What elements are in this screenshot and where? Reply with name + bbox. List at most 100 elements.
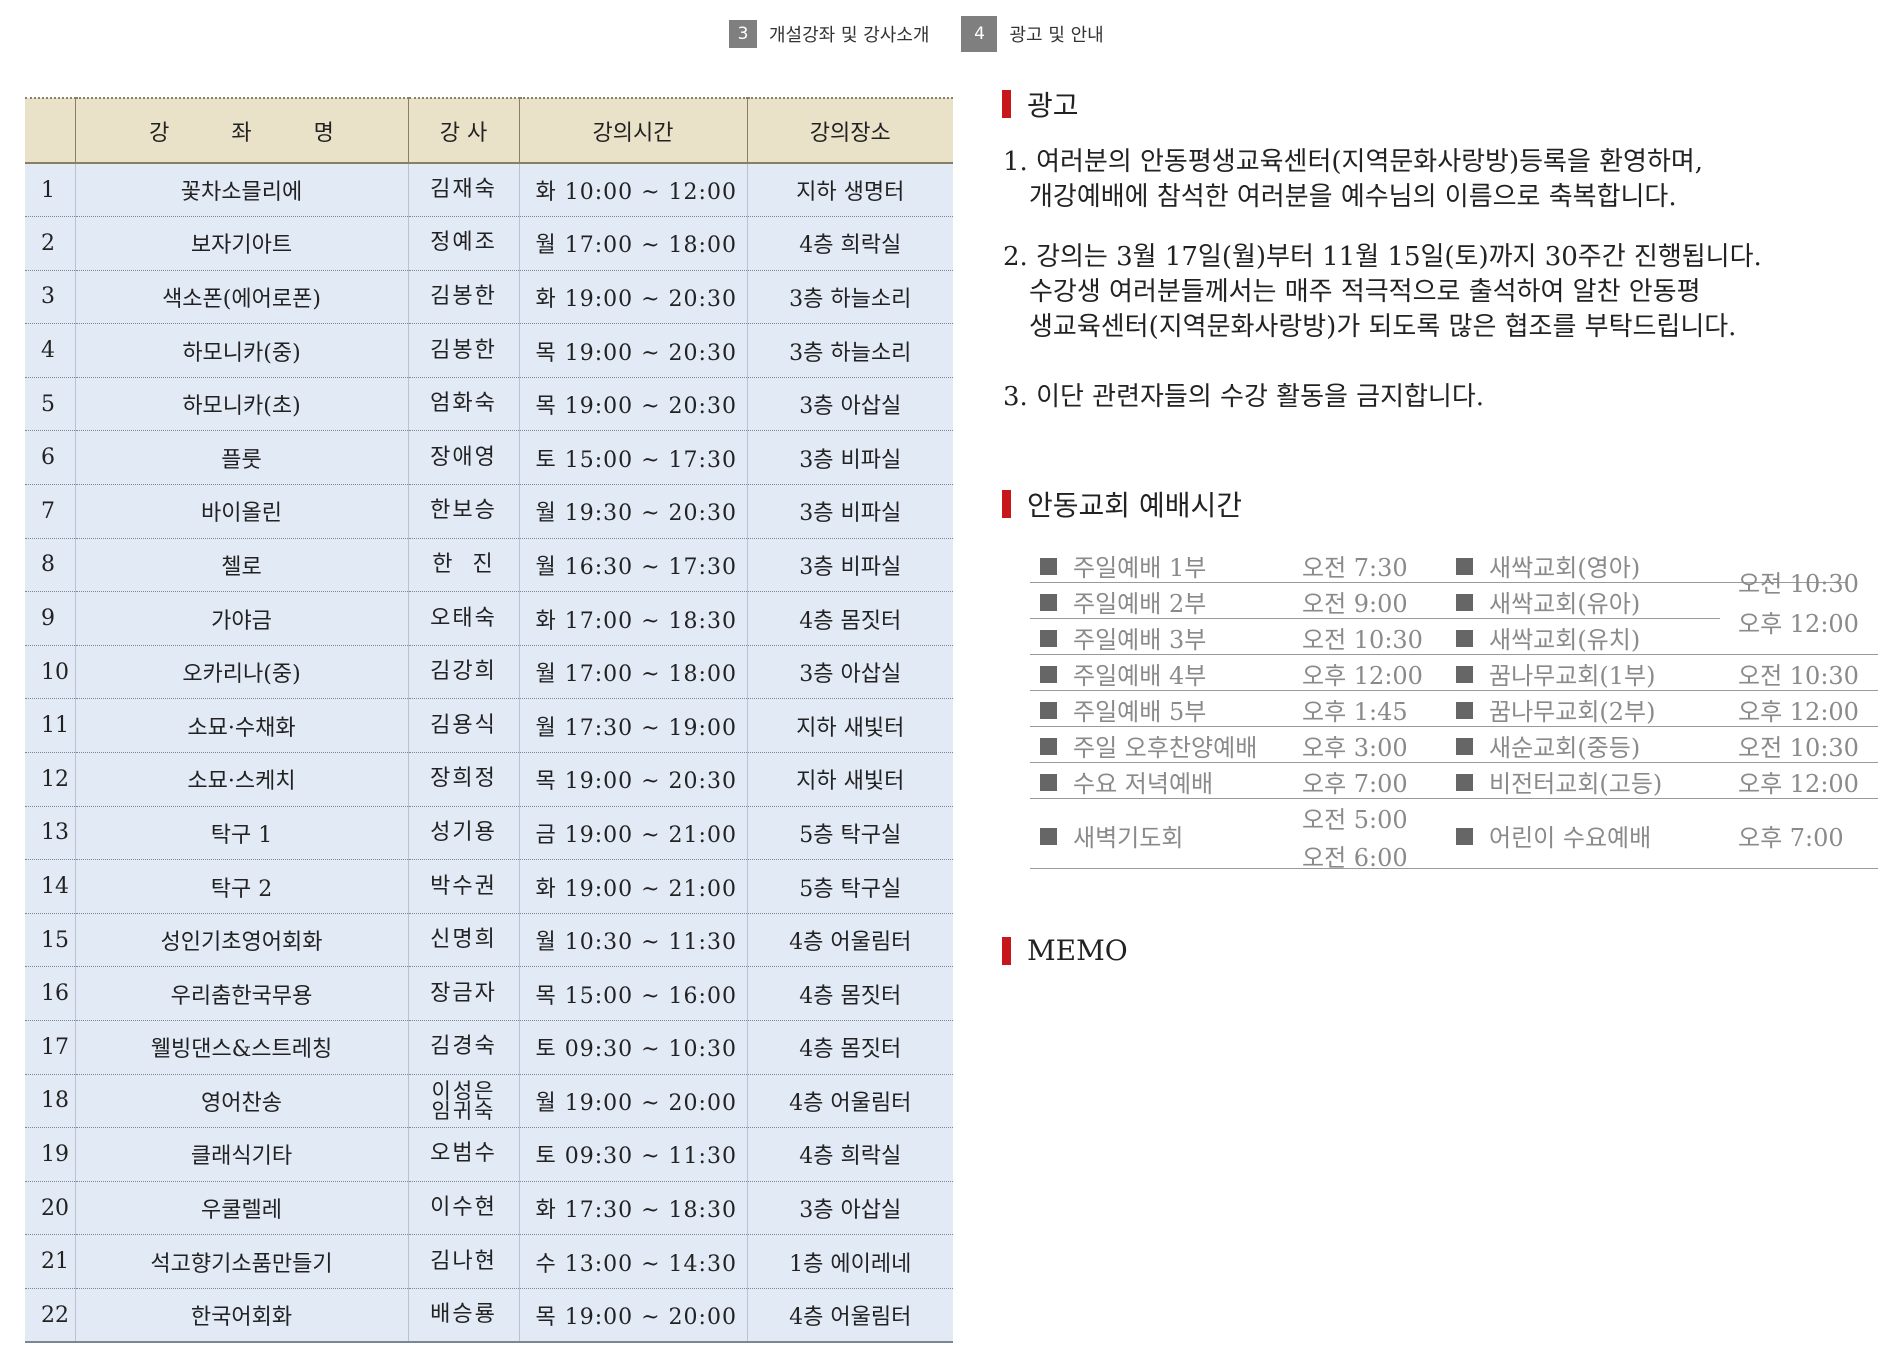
cell-time: 월 16:30 ~ 17:30 bbox=[518, 538, 747, 593]
cell-time: 화 10:00 ~ 12:00 bbox=[518, 163, 747, 218]
table-row: 6 플룻 장애영 토 15:00 ~ 17:30 3층 비파실 bbox=[25, 430, 953, 486]
cell-no: 18 bbox=[25, 1074, 75, 1129]
worship-name: 비전터교회(고등) bbox=[1489, 770, 1663, 798]
tab-number: 3 bbox=[729, 20, 757, 48]
worship-time: 오후 12:00 bbox=[1738, 698, 1859, 726]
section-marker bbox=[1002, 936, 1011, 965]
cell-time: 토 09:30 ~ 10:30 bbox=[518, 1020, 747, 1075]
cell-name: 탁구 1 bbox=[74, 806, 408, 861]
notice-item-2: 2. 강의는 3월 17일(월)부터 11월 15일(토)까지 30주간 진행됩… bbox=[1003, 240, 1883, 345]
worship-item: 새싹교회(유아) bbox=[1456, 584, 1640, 619]
cell-place: 3층 비파실 bbox=[746, 538, 953, 593]
table-row: 17 웰빙댄스&스트레칭 김경숙 토 09:30 ~ 10:30 4층 몸짓터 bbox=[25, 1020, 953, 1075]
cell-place: 3층 비파실 bbox=[746, 430, 953, 486]
bullet-square-icon bbox=[1040, 828, 1057, 845]
worship-time: 오전 10:30 bbox=[1738, 734, 1859, 762]
table-row: 20 우쿨렐레 이수현 화 17:30 ~ 18:30 3층 아삽실 bbox=[25, 1181, 953, 1236]
cell-name: 색소폰(에어로폰) bbox=[74, 270, 408, 325]
cell-no: 8 bbox=[25, 538, 75, 593]
notice-line: 개강예배에 참석한 여러분을 예수님의 이름으로 축복합니다. bbox=[1029, 182, 1677, 212]
cell-name: 우리춤한국무용 bbox=[74, 966, 408, 1021]
worship-item: 새벽기도회 bbox=[1040, 818, 1183, 853]
worship-name: 어린이 수요예배 bbox=[1489, 824, 1652, 852]
cell-teacher: 김재숙 bbox=[407, 163, 519, 218]
cell-name: 영어찬송 bbox=[74, 1074, 408, 1129]
cell-place: 5층 탁구실 bbox=[746, 806, 953, 861]
bullet-square-icon bbox=[1456, 594, 1473, 611]
cell-place: 3층 비파실 bbox=[746, 484, 953, 539]
worship-time: 오후 12:00 bbox=[1302, 662, 1423, 690]
bullet-square-icon bbox=[1456, 666, 1473, 683]
worship-section-title: 안동교회 예배시간 bbox=[1027, 489, 1242, 522]
worship-item: 주일 오후찬양예배 bbox=[1040, 728, 1257, 763]
tab-notice[interactable]: 4 광고 및 안내 bbox=[961, 16, 1104, 52]
worship-section-heading: 안동교회 예배시간 bbox=[1002, 484, 1242, 524]
cell-no: 22 bbox=[25, 1288, 75, 1344]
cell-no: 17 bbox=[25, 1020, 75, 1075]
worship-time: 오후 3:00 bbox=[1302, 734, 1408, 762]
cell-name: 한국어회화 bbox=[74, 1288, 408, 1344]
cell-teacher: 오태숙 bbox=[407, 591, 519, 646]
cell-time: 목 15:00 ~ 16:00 bbox=[518, 966, 747, 1021]
cell-place: 5층 탁구실 bbox=[746, 859, 953, 914]
col-header-teacher: 강 사 bbox=[407, 97, 519, 164]
cell-time: 월 17:00 ~ 18:00 bbox=[518, 216, 747, 271]
worship-time: 오전 10:30 bbox=[1738, 662, 1859, 690]
worship-name: 수요 저녁예배 bbox=[1073, 770, 1214, 798]
table-row: 4 하모니카(중) 김봉한 목 19:00 ~ 20:30 3층 하늘소리 bbox=[25, 323, 953, 378]
worship-name: 꿈나무교회(1부) bbox=[1489, 662, 1656, 690]
cell-time: 화 17:30 ~ 18:30 bbox=[518, 1181, 747, 1236]
table-row: 12 소묘·스케치 장희정 목 19:00 ~ 20:30 지하 새빛터 bbox=[25, 752, 953, 807]
cell-name: 하모니카(초) bbox=[74, 377, 408, 432]
cell-time: 월 19:30 ~ 20:30 bbox=[518, 484, 747, 539]
cell-teacher: 배승룡 bbox=[407, 1288, 519, 1344]
table-row: 5 하모니카(초) 엄화숙 목 19:00 ~ 20:30 3층 아삽실 bbox=[25, 377, 953, 432]
bullet-square-icon bbox=[1040, 702, 1057, 719]
worship-item: 주일예배 1부 bbox=[1040, 548, 1206, 583]
cell-time: 월 10:30 ~ 11:30 bbox=[518, 913, 747, 968]
cell-time: 목 19:00 ~ 20:30 bbox=[518, 377, 747, 432]
worship-name: 새벽기도회 bbox=[1073, 824, 1184, 852]
tab-courses[interactable]: 3 개설강좌 및 강사소개 bbox=[729, 20, 929, 48]
bullet-square-icon bbox=[1040, 558, 1057, 575]
notice-item-1: 1. 여러분의 안동평생교육센터(지역문화사랑방)등록을 환영하며, 개강예배에… bbox=[1003, 145, 1883, 215]
cell-name: 소묘·스케치 bbox=[74, 752, 408, 807]
worship-time: 오후 12:00 bbox=[1738, 770, 1859, 798]
cell-teacher: 김강희 bbox=[407, 645, 519, 700]
ad-section-title: 광고 bbox=[1027, 89, 1079, 122]
table-row: 19 클래식기타 오범수 토 09:30 ~ 11:30 4층 희락실 bbox=[25, 1127, 953, 1182]
cell-time: 화 17:00 ~ 18:30 bbox=[518, 591, 747, 646]
notice-line: 1. 여러분의 안동평생교육센터(지역문화사랑방)등록을 환영하며, bbox=[1003, 147, 1704, 177]
cell-time: 월 17:00 ~ 18:00 bbox=[518, 645, 747, 700]
worship-time: 오전 10:30 bbox=[1302, 626, 1423, 654]
cell-teacher: 장희정 bbox=[407, 752, 519, 807]
cell-name: 플룻 bbox=[74, 430, 408, 486]
worship-name: 새싹교회(유아) bbox=[1489, 590, 1641, 618]
cell-place: 3층 아삽실 bbox=[746, 377, 953, 432]
cell-name: 바이올린 bbox=[74, 484, 408, 539]
cell-time: 목 19:00 ~ 20:30 bbox=[518, 323, 747, 378]
cell-name: 탁구 2 bbox=[74, 859, 408, 914]
cell-name: 클래식기타 bbox=[74, 1127, 408, 1182]
ad-section-heading: 광고 bbox=[1002, 84, 1079, 124]
table-header-row: 강 좌 명 강 사 강의시간 강의장소 bbox=[25, 97, 953, 164]
table-row: 22 한국어회화 배승룡 목 19:00 ~ 20:00 4층 어울림터 bbox=[25, 1288, 953, 1344]
notice-line: 수강생 여러분들께서는 매주 적극적으로 출석하여 알찬 안동평 bbox=[1029, 277, 1701, 307]
section-marker bbox=[1002, 90, 1011, 118]
worship-time: 오전 5:00 bbox=[1302, 806, 1408, 834]
teacher-name-2: 임귀숙 bbox=[431, 1098, 496, 1123]
table-row: 10 오카리나(중) 김강희 월 17:00 ~ 18:00 3층 아삽실 bbox=[25, 645, 953, 700]
bullet-square-icon bbox=[1456, 828, 1473, 845]
worship-name: 주일예배 1부 bbox=[1073, 554, 1207, 582]
tab-number: 4 bbox=[961, 16, 998, 52]
table-row: 3 색소폰(에어로폰) 김봉한 화 19:00 ~ 20:30 3층 하늘소리 bbox=[25, 270, 953, 325]
tab-label: 개설강좌 및 강사소개 bbox=[769, 25, 930, 46]
cell-place: 지하 새빛터 bbox=[746, 752, 953, 807]
worship-item: 새순교회(중등) bbox=[1456, 728, 1640, 763]
notice-line: 3. 이단 관련자들의 수강 활동을 금지합니다. bbox=[1003, 382, 1485, 412]
table-row: 1 꽃차소믈리에 김재숙 화 10:00 ~ 12:00 지하 생명터 bbox=[25, 163, 953, 218]
bullet-square-icon bbox=[1456, 738, 1473, 755]
cell-no: 14 bbox=[25, 859, 75, 914]
col-header-no bbox=[25, 97, 75, 164]
worship-time: 오후 7:00 bbox=[1302, 770, 1408, 798]
